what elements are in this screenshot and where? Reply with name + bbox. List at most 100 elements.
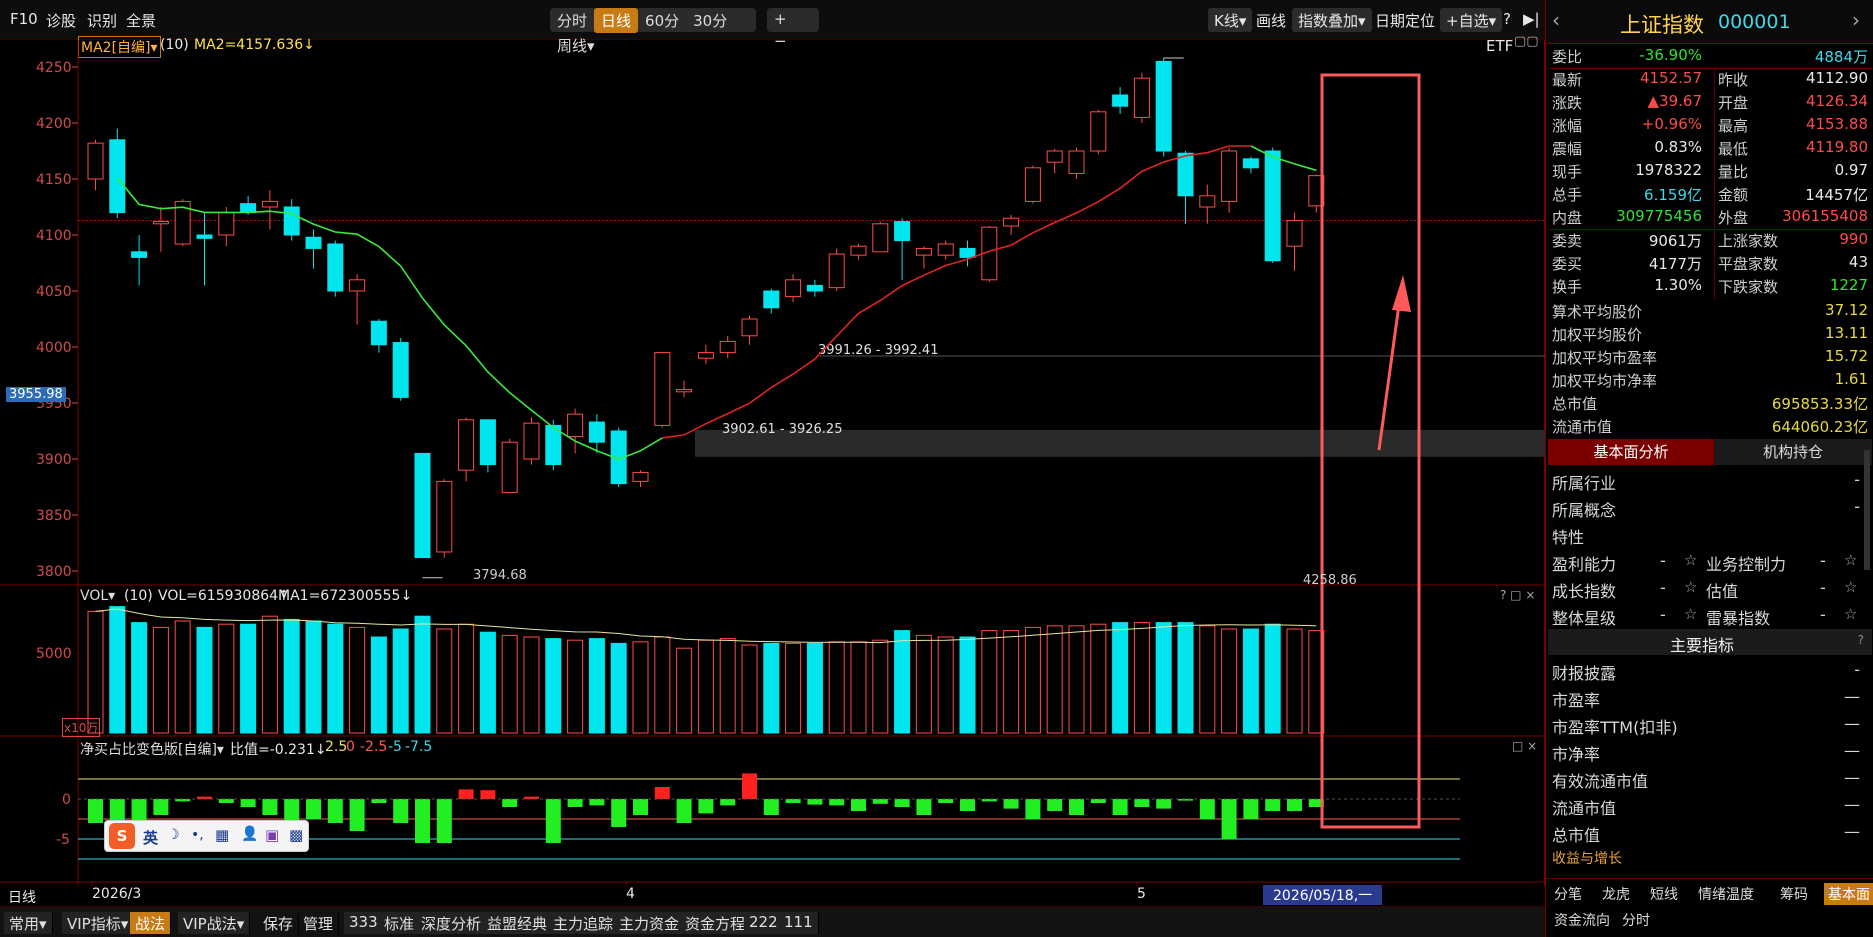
keyboard-icon[interactable]: ▦ — [215, 826, 229, 844]
indicator-row[interactable]: 有效流通市值 — — [1548, 764, 1872, 791]
netbuy-bar — [742, 773, 757, 799]
sidebar-scrollbar[interactable] — [1864, 450, 1870, 570]
skin-icon[interactable]: ▣ — [265, 826, 279, 844]
rating-value-2: - — [1820, 605, 1826, 624]
sidebar-bottom-tab[interactable]: 情绪温度 — [1694, 883, 1758, 905]
quote-value-2: 990 — [1839, 230, 1868, 248]
income-growth-label[interactable]: 收益与增长 — [1552, 848, 1622, 868]
bottom-tab-222[interactable]: 222 — [744, 912, 784, 934]
bottom-tab-fund-equation[interactable]: 资金方程 — [680, 912, 752, 934]
period-tab-daily[interactable]: 日线 — [594, 8, 639, 33]
volume-bar — [327, 623, 344, 734]
bottom-tab-standard[interactable]: 标准 — [379, 912, 421, 934]
user-icon[interactable]: 👤 — [241, 826, 258, 842]
bottom-tab-vip-strategy[interactable]: VIP战法▾ — [178, 912, 251, 934]
star-icon[interactable]: ☆ — [1684, 578, 1697, 596]
bottom-tab-vip-indicators[interactable]: VIP指标▾ — [62, 912, 135, 934]
sidebar-bottom-tab[interactable]: 分笔 — [1550, 883, 1586, 905]
volume-bar — [588, 638, 605, 734]
add-watchlist-button[interactable]: +自选▾ — [1440, 8, 1503, 32]
chart-area: MA2[自编]▾ (10) MA2=4157.636↓ ETF ▢▢ 4250 4… — [0, 34, 1545, 906]
volume-bar — [785, 642, 802, 734]
bottom-tab-111[interactable]: 111 — [779, 912, 819, 934]
indicator-row[interactable]: 市净率 — — [1548, 737, 1872, 764]
fundamental-row[interactable]: 特性 — [1548, 520, 1872, 547]
bottom-tab-common[interactable]: 常用▾ — [4, 912, 53, 934]
period-tab-minute[interactable]: 分时 — [550, 8, 594, 33]
volume-bar — [479, 631, 496, 734]
indicator-row[interactable]: 总市值 — — [1548, 818, 1872, 845]
sidebar-bottom-tab[interactable]: 资金流向 — [1550, 909, 1614, 931]
main-indicators-help-icon[interactable]: ? — [1858, 633, 1864, 647]
ime-english-toggle[interactable]: 英 — [143, 827, 158, 848]
period-tab-60min[interactable]: 60分 — [638, 8, 686, 33]
prev-stock-icon[interactable]: ‹ — [1552, 8, 1560, 32]
volume-bar — [218, 623, 235, 734]
bottom-tab-main-funds[interactable]: 主力资金 — [614, 912, 686, 934]
help-icon[interactable]: ? — [1503, 10, 1511, 28]
star-icon[interactable]: ☆ — [1684, 605, 1697, 623]
sidebar-bottom-tab[interactable]: 短线 — [1646, 883, 1682, 905]
candle-body — [1068, 150, 1085, 174]
bottom-tab-manage[interactable]: 管理 — [298, 912, 340, 934]
indicator-value: - — [1854, 660, 1860, 679]
recognize-button[interactable]: 识别 — [87, 10, 117, 31]
date-axis-label-apr: 4 — [626, 886, 635, 902]
panorama-button[interactable]: 全景 — [126, 10, 156, 31]
volume-bar — [632, 641, 649, 734]
moon-icon[interactable]: ☽ — [167, 827, 180, 843]
netbuy-bar — [1047, 799, 1063, 811]
fundamental-row[interactable]: 所属行业 - — [1548, 466, 1872, 493]
sidebar-bottom-tab[interactable]: 基本面 — [1824, 883, 1873, 905]
date-locate-button[interactable]: 日期定位 — [1375, 10, 1435, 31]
bottom-tab-deep-analysis[interactable]: 深度分析 — [416, 912, 488, 934]
chart-canvas[interactable]: 4250420041504100405040003950390038503800… — [0, 40, 1545, 886]
ime-toolbar[interactable]: S 英 ☽ •, ▦ 👤 ▣ ▩ — [104, 820, 309, 852]
f10-button[interactable]: F10 — [10, 10, 38, 28]
diagnose-button[interactable]: 诊股 — [46, 10, 76, 31]
fundamental-row[interactable]: 所属概念 - — [1548, 493, 1872, 520]
current-price-tag: 3955.98 — [6, 387, 66, 402]
zoom-in-button[interactable]: + — [767, 8, 794, 30]
volume-bar — [850, 641, 867, 734]
punctuation-icon[interactable]: •, — [191, 827, 204, 843]
netbuy-indicator-selector[interactable]: 净买占比变色版[自编]▾ — [80, 739, 224, 759]
star-icon[interactable]: ☆ — [1844, 578, 1857, 596]
collapse-icon[interactable]: ▶| — [1523, 10, 1540, 28]
grid-menu-icon[interactable]: ▩ — [289, 826, 303, 844]
indicator-row[interactable]: 财报披露 - — [1548, 656, 1872, 683]
rating-row[interactable]: 整体星级 - ☆ 雷暴指数 - ☆ — [1548, 601, 1872, 628]
netbuy-controls[interactable]: □ × — [1512, 739, 1537, 753]
vol-controls[interactable]: ? □ × — [1500, 588, 1535, 602]
tab-fundamental[interactable]: 基本面分析 — [1548, 439, 1714, 465]
sidebar-bottom-tab[interactable]: 分时 — [1618, 909, 1654, 931]
bottom-tab-save[interactable]: 保存 — [258, 912, 300, 934]
stat-label: 算术平均股价 — [1552, 303, 1643, 321]
next-stock-icon[interactable]: › — [1852, 8, 1860, 32]
sidebar-bottom-tab[interactable]: 筹码 — [1776, 883, 1812, 905]
kline-button[interactable]: K线▾ — [1208, 8, 1253, 32]
sidebar-bottom-tab[interactable]: 龙虎 — [1598, 883, 1634, 905]
period-tab-30min[interactable]: 30分 — [686, 8, 734, 33]
bottom-tab-333[interactable]: 333 — [344, 912, 384, 934]
vol-y-tick: 5000 — [36, 646, 72, 662]
netbuy-bar — [916, 799, 932, 815]
netbuy-bar — [872, 799, 888, 804]
indicator-row[interactable]: 市盈率TTM(扣非) — — [1548, 710, 1872, 737]
star-icon[interactable]: ☆ — [1844, 551, 1857, 569]
bottom-tab-yimeng-classic[interactable]: 益盟经典 — [482, 912, 554, 934]
bottom-tab-main-force-track[interactable]: 主力追踪 — [548, 912, 620, 934]
draw-line-button[interactable]: 画线 — [1256, 10, 1286, 31]
star-icon[interactable]: ☆ — [1844, 605, 1857, 623]
star-icon[interactable]: ☆ — [1684, 551, 1697, 569]
index-overlay-button[interactable]: 指数叠加▾ — [1292, 8, 1372, 32]
bottom-tab-strategy[interactable]: 战法 — [130, 912, 172, 934]
rating-row[interactable]: 盈利能力 - ☆ 业务控制力 - ☆ — [1548, 547, 1872, 574]
vol-selector[interactable]: VOL▾ — [80, 588, 115, 604]
rating-row[interactable]: 成长指数 - ☆ 估值 - ☆ — [1548, 574, 1872, 601]
tab-institution[interactable]: 机构持仓 — [1714, 439, 1872, 465]
date-axis-period[interactable]: 日线 — [8, 887, 36, 907]
indicator-row[interactable]: 市盈率 — — [1548, 683, 1872, 710]
indicator-row[interactable]: 流通市值 — — [1548, 791, 1872, 818]
sogou-logo-icon[interactable]: S — [109, 823, 135, 849]
